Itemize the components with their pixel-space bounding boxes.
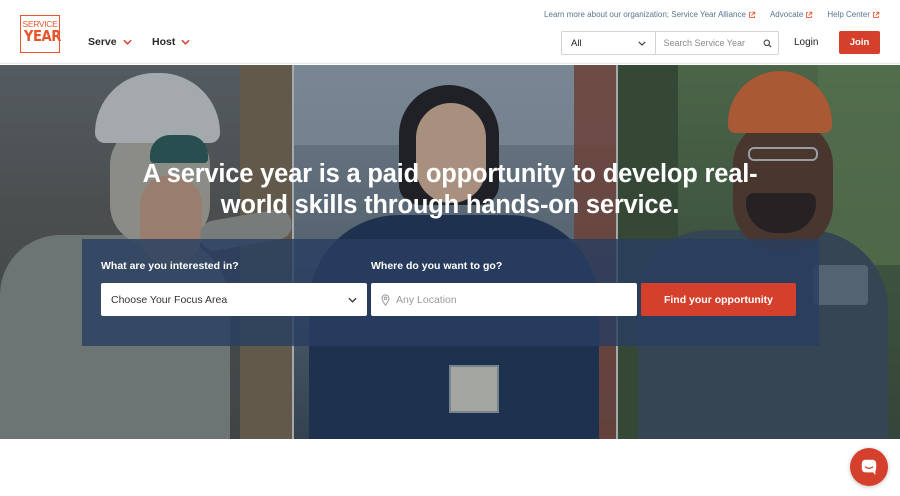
- search-input[interactable]: [656, 32, 757, 54]
- find-opportunity-button[interactable]: Find your opportunity: [641, 283, 796, 316]
- logo-text-bottom: YEAR: [23, 27, 62, 45]
- search-icon: [763, 39, 772, 48]
- login-link[interactable]: Login: [794, 37, 818, 48]
- service-year-logo[interactable]: SERVICE YEAR: [20, 15, 62, 53]
- chevron-down-icon: [123, 39, 132, 45]
- link-advocate[interactable]: Advocate: [770, 10, 813, 19]
- search-category-select[interactable]: All: [562, 32, 657, 54]
- external-link-icon: [806, 11, 813, 18]
- nav-serve[interactable]: Serve: [88, 36, 132, 48]
- link-help-center-label: Help Center: [827, 10, 870, 19]
- link-learn-more-label: Learn more about our organization; Servi…: [544, 10, 746, 19]
- site-search: All: [561, 31, 779, 55]
- link-help-center[interactable]: Help Center: [827, 10, 880, 19]
- focus-area-value: Choose Your Focus Area: [111, 293, 228, 306]
- location-label: Where do you want to go?: [371, 260, 503, 272]
- chat-icon: [861, 459, 877, 476]
- utility-links: Learn more about our organization; Servi…: [544, 10, 880, 19]
- external-link-icon: [873, 11, 880, 18]
- site-header: SERVICE YEAR Serve Host Learn more about…: [0, 0, 900, 64]
- link-learn-more[interactable]: Learn more about our organization; Servi…: [544, 10, 756, 19]
- location-input[interactable]: [396, 293, 616, 306]
- join-button[interactable]: Join: [839, 31, 880, 54]
- nav-host[interactable]: Host: [152, 36, 190, 48]
- search-button[interactable]: [756, 32, 778, 54]
- opportunity-search-panel: What are you interested in? Where do you…: [82, 239, 819, 346]
- chat-launcher-button[interactable]: [850, 448, 888, 486]
- chevron-down-icon: [638, 41, 647, 46]
- chevron-down-icon: [348, 297, 357, 303]
- link-advocate-label: Advocate: [769, 10, 804, 19]
- external-link-icon: [749, 11, 756, 18]
- interest-label: What are you interested in?: [101, 260, 239, 272]
- nav-host-label: Host: [152, 36, 176, 48]
- map-pin-icon: [381, 293, 390, 306]
- hero-title: A service year is a paid opportunity to …: [142, 160, 758, 219]
- chevron-down-icon: [181, 39, 190, 45]
- hero-section: A service year is a paid opportunity to …: [0, 65, 900, 439]
- nav-serve-label: Serve: [88, 36, 117, 48]
- location-field[interactable]: [371, 283, 637, 316]
- search-category-value: All: [571, 37, 582, 49]
- focus-area-select[interactable]: Choose Your Focus Area: [101, 283, 367, 316]
